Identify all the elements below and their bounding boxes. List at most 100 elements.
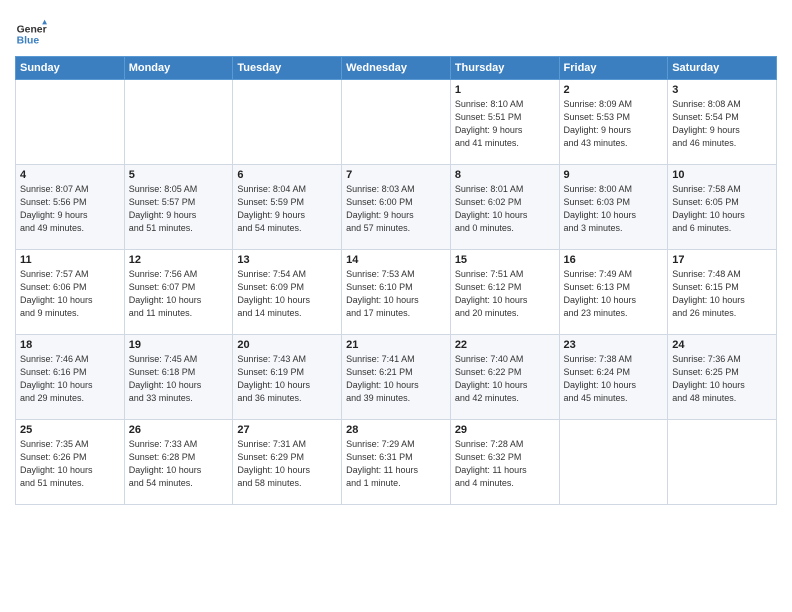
calendar-cell (233, 80, 342, 165)
svg-text:Blue: Blue (17, 36, 40, 47)
calendar-week-row: 18 Sunrise: 7:46 AM Sunset: 6:16 PM Dayli… (16, 335, 777, 420)
day-number: 2 (564, 84, 664, 96)
calendar-cell: 21 Sunrise: 7:41 AM Sunset: 6:21 PM Dayli… (342, 335, 451, 420)
day-info: Sunrise: 8:05 AM Sunset: 5:57 PM Dayligh… (129, 183, 229, 235)
day-info: Sunrise: 7:31 AM Sunset: 6:29 PM Dayligh… (237, 438, 337, 490)
day-info: Sunrise: 7:36 AM Sunset: 6:25 PM Dayligh… (672, 353, 772, 405)
day-number: 18 (20, 339, 120, 351)
day-number: 1 (455, 84, 555, 96)
calendar-cell: 28 Sunrise: 7:29 AM Sunset: 6:31 PM Dayli… (342, 420, 451, 505)
day-info: Sunrise: 8:10 AM Sunset: 5:51 PM Dayligh… (455, 98, 555, 150)
calendar-cell: 16 Sunrise: 7:49 AM Sunset: 6:13 PM Dayli… (559, 250, 668, 335)
col-header-monday: Monday (124, 57, 233, 80)
day-number: 9 (564, 169, 664, 181)
day-number: 12 (129, 254, 229, 266)
day-info: Sunrise: 7:54 AM Sunset: 6:09 PM Dayligh… (237, 268, 337, 320)
day-info: Sunrise: 8:03 AM Sunset: 6:00 PM Dayligh… (346, 183, 446, 235)
day-info: Sunrise: 7:58 AM Sunset: 6:05 PM Dayligh… (672, 183, 772, 235)
calendar-cell: 5 Sunrise: 8:05 AM Sunset: 5:57 PM Daylig… (124, 165, 233, 250)
calendar-cell: 6 Sunrise: 8:04 AM Sunset: 5:59 PM Daylig… (233, 165, 342, 250)
calendar-cell: 1 Sunrise: 8:10 AM Sunset: 5:51 PM Daylig… (450, 80, 559, 165)
calendar-cell: 23 Sunrise: 7:38 AM Sunset: 6:24 PM Dayli… (559, 335, 668, 420)
day-number: 21 (346, 339, 446, 351)
day-number: 3 (672, 84, 772, 96)
day-info: Sunrise: 7:53 AM Sunset: 6:10 PM Dayligh… (346, 268, 446, 320)
svg-text:General: General (17, 24, 47, 35)
calendar-cell (342, 80, 451, 165)
calendar-cell: 13 Sunrise: 7:54 AM Sunset: 6:09 PM Dayli… (233, 250, 342, 335)
calendar-cell: 11 Sunrise: 7:57 AM Sunset: 6:06 PM Dayli… (16, 250, 125, 335)
day-number: 5 (129, 169, 229, 181)
day-info: Sunrise: 7:45 AM Sunset: 6:18 PM Dayligh… (129, 353, 229, 405)
calendar-header-row: SundayMondayTuesdayWednesdayThursdayFrid… (16, 57, 777, 80)
calendar-cell: 9Sunrise: 8:00 AM Sunset: 6:03 PM Daylig… (559, 165, 668, 250)
col-header-thursday: Thursday (450, 57, 559, 80)
calendar-cell: 29 Sunrise: 7:28 AM Sunset: 6:32 PM Dayli… (450, 420, 559, 505)
day-number: 25 (20, 424, 120, 436)
day-info: Sunrise: 7:57 AM Sunset: 6:06 PM Dayligh… (20, 268, 120, 320)
logo-icon: General Blue (15, 18, 47, 50)
day-number: 16 (564, 254, 664, 266)
col-header-friday: Friday (559, 57, 668, 80)
day-info: Sunrise: 7:29 AM Sunset: 6:31 PM Dayligh… (346, 438, 446, 490)
logo: General Blue (15, 18, 47, 50)
calendar-cell: 20 Sunrise: 7:43 AM Sunset: 6:19 PM Dayli… (233, 335, 342, 420)
calendar-cell: 18 Sunrise: 7:46 AM Sunset: 6:16 PM Dayli… (16, 335, 125, 420)
calendar-cell (16, 80, 125, 165)
day-number: 26 (129, 424, 229, 436)
calendar-cell: 19 Sunrise: 7:45 AM Sunset: 6:18 PM Dayli… (124, 335, 233, 420)
day-info: Sunrise: 7:43 AM Sunset: 6:19 PM Dayligh… (237, 353, 337, 405)
calendar-cell (559, 420, 668, 505)
col-header-wednesday: Wednesday (342, 57, 451, 80)
day-info: Sunrise: 7:51 AM Sunset: 6:12 PM Dayligh… (455, 268, 555, 320)
day-number: 10 (672, 169, 772, 181)
calendar-cell: 27 Sunrise: 7:31 AM Sunset: 6:29 PM Dayli… (233, 420, 342, 505)
calendar-cell: 15Sunrise: 7:51 AM Sunset: 6:12 PM Dayli… (450, 250, 559, 335)
day-info: Sunrise: 7:41 AM Sunset: 6:21 PM Dayligh… (346, 353, 446, 405)
day-number: 29 (455, 424, 555, 436)
day-info: Sunrise: 7:49 AM Sunset: 6:13 PM Dayligh… (564, 268, 664, 320)
day-info: Sunrise: 8:04 AM Sunset: 5:59 PM Dayligh… (237, 183, 337, 235)
calendar-cell: 7 Sunrise: 8:03 AM Sunset: 6:00 PM Daylig… (342, 165, 451, 250)
day-info: Sunrise: 8:09 AM Sunset: 5:53 PM Dayligh… (564, 98, 664, 150)
day-info: Sunrise: 8:08 AM Sunset: 5:54 PM Dayligh… (672, 98, 772, 150)
day-number: 23 (564, 339, 664, 351)
day-info: Sunrise: 7:33 AM Sunset: 6:28 PM Dayligh… (129, 438, 229, 490)
day-number: 22 (455, 339, 555, 351)
day-number: 11 (20, 254, 120, 266)
calendar-week-row: 4 Sunrise: 8:07 AM Sunset: 5:56 PM Daylig… (16, 165, 777, 250)
day-number: 19 (129, 339, 229, 351)
day-info: Sunrise: 8:07 AM Sunset: 5:56 PM Dayligh… (20, 183, 120, 235)
day-number: 4 (20, 169, 120, 181)
day-info: Sunrise: 7:28 AM Sunset: 6:32 PM Dayligh… (455, 438, 555, 490)
day-info: Sunrise: 7:48 AM Sunset: 6:15 PM Dayligh… (672, 268, 772, 320)
day-number: 13 (237, 254, 337, 266)
calendar-cell: 3 Sunrise: 8:08 AM Sunset: 5:54 PM Daylig… (668, 80, 777, 165)
calendar-week-row: 25 Sunrise: 7:35 AM Sunset: 6:26 PM Dayli… (16, 420, 777, 505)
calendar-cell: 10 Sunrise: 7:58 AM Sunset: 6:05 PM Dayli… (668, 165, 777, 250)
day-info: Sunrise: 8:01 AM Sunset: 6:02 PM Dayligh… (455, 183, 555, 235)
day-number: 24 (672, 339, 772, 351)
calendar-week-row: 11 Sunrise: 7:57 AM Sunset: 6:06 PM Dayli… (16, 250, 777, 335)
day-info: Sunrise: 7:40 AM Sunset: 6:22 PM Dayligh… (455, 353, 555, 405)
calendar-cell (124, 80, 233, 165)
day-number: 28 (346, 424, 446, 436)
calendar-table: SundayMondayTuesdayWednesdayThursdayFrid… (15, 56, 777, 505)
day-info: Sunrise: 7:38 AM Sunset: 6:24 PM Dayligh… (564, 353, 664, 405)
day-info: Sunrise: 7:46 AM Sunset: 6:16 PM Dayligh… (20, 353, 120, 405)
page-header: General Blue (15, 10, 777, 50)
day-number: 7 (346, 169, 446, 181)
calendar-cell: 4 Sunrise: 8:07 AM Sunset: 5:56 PM Daylig… (16, 165, 125, 250)
calendar-cell: 8Sunrise: 8:01 AM Sunset: 6:02 PM Daylig… (450, 165, 559, 250)
calendar-cell (668, 420, 777, 505)
day-number: 20 (237, 339, 337, 351)
col-header-saturday: Saturday (668, 57, 777, 80)
day-number: 27 (237, 424, 337, 436)
calendar-cell: 25 Sunrise: 7:35 AM Sunset: 6:26 PM Dayli… (16, 420, 125, 505)
day-number: 17 (672, 254, 772, 266)
calendar-cell: 14Sunrise: 7:53 AM Sunset: 6:10 PM Dayli… (342, 250, 451, 335)
col-header-sunday: Sunday (16, 57, 125, 80)
day-number: 6 (237, 169, 337, 181)
calendar-cell: 26 Sunrise: 7:33 AM Sunset: 6:28 PM Dayli… (124, 420, 233, 505)
day-info: Sunrise: 7:35 AM Sunset: 6:26 PM Dayligh… (20, 438, 120, 490)
